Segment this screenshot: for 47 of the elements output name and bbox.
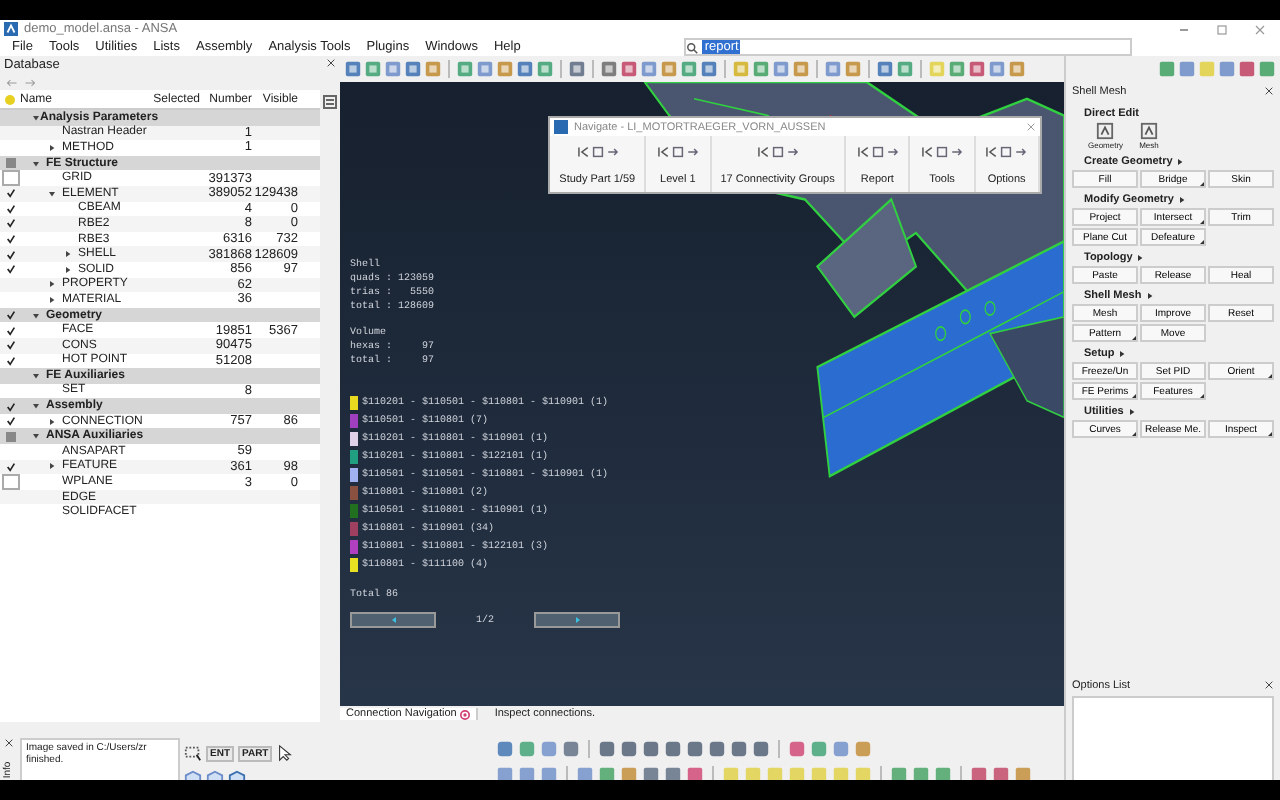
navigation-tools-icon[interactable]	[655, 143, 700, 159]
close-icon[interactable]	[3, 738, 13, 748]
expand-arrow-icon[interactable]	[48, 462, 56, 471]
close-icon[interactable]	[460, 709, 471, 719]
visibility-checkbox[interactable]	[5, 416, 15, 427]
navigation-tools-icon[interactable]	[575, 143, 620, 159]
search-icon	[686, 41, 699, 53]
pointer-icon[interactable]	[276, 744, 295, 762]
visibility-checkbox[interactable]	[5, 203, 15, 214]
tool-icon	[1139, 122, 1158, 140]
navigation-tools-icon[interactable]	[984, 143, 1029, 159]
visibility-checkbox[interactable]	[1, 474, 19, 491]
close-icon[interactable]	[326, 58, 336, 68]
close-icon[interactable]	[1264, 86, 1274, 96]
expand-arrow-icon[interactable]	[64, 250, 72, 259]
visibility-checkbox[interactable]	[5, 431, 15, 442]
navigation-tools-icon[interactable]	[855, 143, 900, 159]
navigation-tools-icon[interactable]	[920, 143, 964, 159]
visibility-checkbox[interactable]	[5, 355, 15, 366]
visibility-checkbox[interactable]	[5, 310, 15, 321]
viewport-background[interactable]	[340, 82, 1064, 706]
visibility-checkbox[interactable]	[5, 340, 15, 351]
expand-arrow-icon[interactable]	[48, 143, 56, 152]
navigation-tools-icon[interactable]	[755, 143, 800, 159]
visibility-checkbox[interactable]	[5, 325, 15, 336]
close-icon[interactable]	[1264, 680, 1274, 690]
app-icon	[554, 120, 568, 134]
visibility-checkbox[interactable]	[5, 249, 15, 260]
visibility-checkbox[interactable]	[5, 401, 15, 412]
tool-icon	[1096, 122, 1115, 140]
visibility-checkbox[interactable]	[5, 218, 15, 229]
minimize-icon[interactable]	[1178, 23, 1190, 35]
box-select-icon[interactable]	[184, 744, 202, 762]
filter-icon[interactable]	[322, 94, 338, 110]
visibility-checkbox[interactable]	[5, 264, 15, 275]
right-triangle-icon	[573, 616, 582, 624]
visibility-checkbox[interactable]	[5, 234, 15, 245]
visibility-checkbox[interactable]	[5, 188, 15, 199]
left-triangle-icon	[389, 616, 397, 624]
expand-arrow-icon[interactable]	[48, 295, 56, 304]
expand-arrow-icon[interactable]	[64, 265, 72, 274]
expand-arrow-icon[interactable]	[48, 280, 56, 289]
visibility-checkbox[interactable]	[1, 170, 19, 187]
visibility-checkbox[interactable]	[5, 461, 15, 472]
expand-arrow-icon[interactable]	[48, 417, 56, 426]
options-list-box[interactable]	[1072, 696, 1274, 786]
visibility-checkbox[interactable]	[5, 158, 15, 169]
